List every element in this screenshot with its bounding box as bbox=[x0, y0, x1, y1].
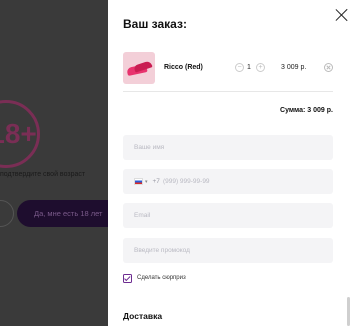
name-input[interactable]: Ваше имя bbox=[123, 135, 333, 160]
phone-input[interactable]: ▾ +7 (999) 999-99-99 bbox=[123, 169, 333, 194]
divider bbox=[123, 91, 333, 92]
delivery-heading: Доставка bbox=[123, 311, 163, 321]
cart-item: Ricco (Red) − 1 + 3 009 р. bbox=[123, 52, 333, 85]
surprise-option[interactable]: Сделать сюрприз bbox=[123, 273, 186, 283]
age-gate-text: подтвердите свой возраст bbox=[0, 171, 86, 178]
remove-item-icon[interactable] bbox=[324, 63, 333, 72]
age-badge: 18+ bbox=[0, 100, 40, 168]
surprise-checkbox[interactable] bbox=[123, 273, 132, 283]
age-confirm-button[interactable]: Да, мне есть 18 лет bbox=[17, 200, 108, 227]
russia-flag-icon[interactable] bbox=[134, 178, 143, 185]
plus-icon[interactable]: + bbox=[256, 63, 265, 72]
close-icon[interactable] bbox=[335, 8, 349, 22]
age-gate-background: 18+ подтвердите свой возраст Да, мне ест… bbox=[0, 0, 108, 326]
chevron-down-icon[interactable]: ▾ bbox=[145, 179, 148, 185]
cart-total: Сумма: 3 009 р. bbox=[280, 107, 333, 114]
phone-code: +7 bbox=[152, 178, 160, 185]
item-price: 3 009 р. bbox=[281, 64, 307, 71]
cart-drawer: Ваш заказ: Ricco (Red) − 1 + 3 009 р. Су… bbox=[108, 0, 350, 326]
age-decline-button[interactable] bbox=[0, 200, 14, 227]
product-name[interactable]: Ricco (Red) bbox=[164, 64, 203, 71]
minus-icon[interactable]: − bbox=[235, 63, 244, 72]
product-thumbnail[interactable] bbox=[123, 52, 155, 84]
email-input[interactable]: Email bbox=[123, 203, 333, 228]
quantity-value: 1 bbox=[247, 64, 251, 71]
cart-title: Ваш заказ: bbox=[123, 17, 187, 31]
promo-code-input[interactable]: Введите промокод bbox=[123, 238, 333, 263]
surprise-label[interactable]: Сделать сюрприз bbox=[137, 275, 186, 281]
phone-placeholder: (999) 999-99-99 bbox=[162, 178, 210, 185]
